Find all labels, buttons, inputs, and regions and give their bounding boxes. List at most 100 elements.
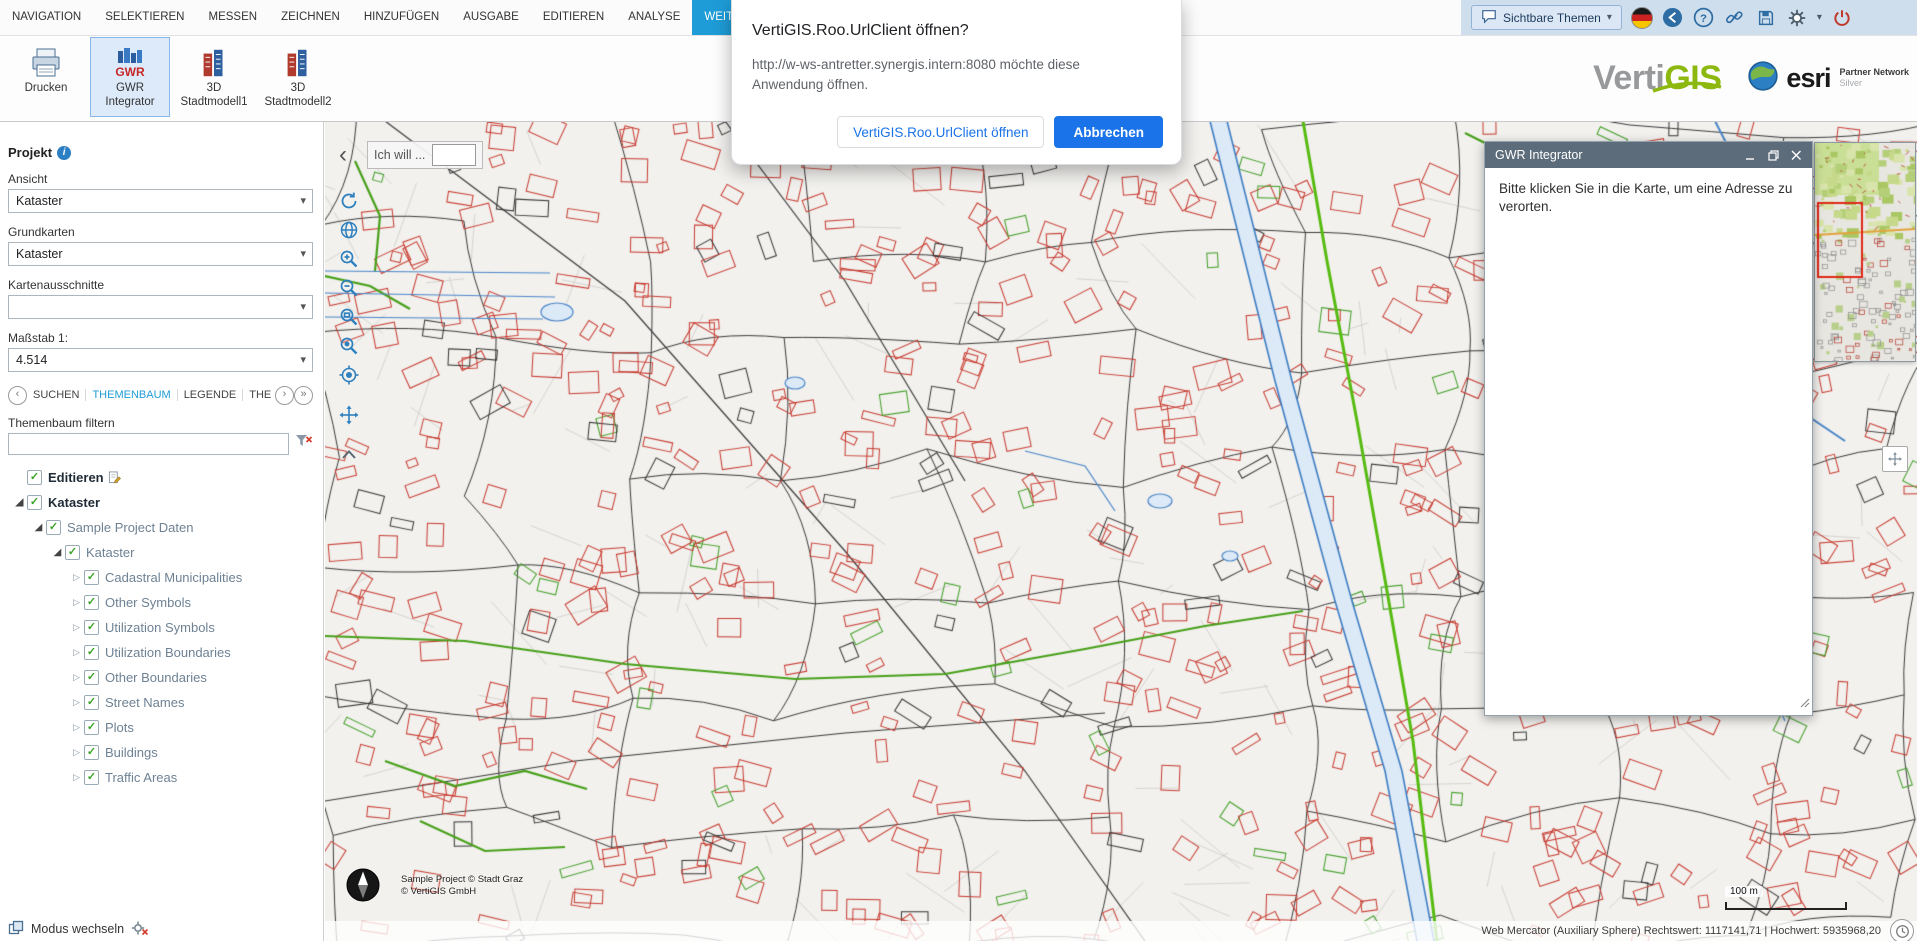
tab-scroll-right-button[interactable]: › xyxy=(275,386,294,405)
layer-checkbox[interactable]: ✓ xyxy=(84,695,99,710)
info-icon[interactable]: i xyxy=(57,146,71,160)
tab-scroll-left-button[interactable]: ‹ xyxy=(8,386,27,405)
tree-item-plots[interactable]: ▷✓Plots xyxy=(8,715,313,740)
3d-stadtmodell2-button[interactable]: 3D Stadtmodell2 xyxy=(258,37,338,117)
save-icon[interactable] xyxy=(1755,7,1777,29)
basemap-select[interactable]: Kataster ▾ xyxy=(8,242,313,266)
collapse-arrow-icon[interactable]: ◢ xyxy=(50,547,65,558)
expand-arrow-icon[interactable]: ▷ xyxy=(69,722,84,733)
close-icon[interactable] xyxy=(1788,147,1804,163)
menu-tab-hinzufügen[interactable]: HINZUFÜGEN xyxy=(352,0,451,35)
tree-item-kataster[interactable]: ◢✓Kataster xyxy=(8,540,313,565)
visible-themes-button[interactable]: Sichtbare Themen ▾ xyxy=(1471,5,1622,30)
expand-arrow-icon[interactable]: ▷ xyxy=(69,747,84,758)
menu-tab-editieren[interactable]: EDITIEREN xyxy=(531,0,616,35)
layer-checkbox[interactable]: ✓ xyxy=(84,745,99,760)
tree-item-traffic-areas[interactable]: ▷✓Traffic Areas xyxy=(8,765,313,790)
tree-item-kataster[interactable]: ◢✓Kataster xyxy=(8,490,313,515)
expand-arrow-icon[interactable]: ▷ xyxy=(69,672,84,683)
tree-item-cadastral-municipalities[interactable]: ▷✓Cadastral Municipalities xyxy=(8,565,313,590)
i-want-to-input[interactable] xyxy=(432,144,476,166)
view-select[interactable]: Kataster ▾ xyxy=(8,189,313,213)
expand-arrow-icon[interactable]: ▷ xyxy=(69,647,84,658)
collapse-sidebar-arrow[interactable]: ‹ xyxy=(339,143,347,167)
tree-item-other-symbols[interactable]: ▷✓Other Symbols xyxy=(8,590,313,615)
overview-map-canvas[interactable] xyxy=(1815,143,1915,361)
tab-legende[interactable]: LEGENDE xyxy=(178,389,244,401)
tab-overflow-button[interactable]: » xyxy=(294,386,313,405)
layer-checkbox[interactable]: ✓ xyxy=(84,570,99,585)
overview-map[interactable] xyxy=(1814,142,1916,362)
restore-button[interactable] xyxy=(1765,147,1781,163)
layer-checkbox[interactable]: ✓ xyxy=(65,545,80,560)
center-target-icon[interactable] xyxy=(337,363,361,387)
scale-select[interactable]: 4.514 ▾ xyxy=(8,348,313,372)
menu-tab-selektieren[interactable]: SELEKTIEREN xyxy=(93,0,196,35)
collapse-arrow-icon[interactable]: ◢ xyxy=(31,522,46,533)
expand-arrow-icon[interactable]: ▷ xyxy=(69,572,84,583)
print-button[interactable]: Drucken xyxy=(6,37,86,117)
settings-chevron-down-icon[interactable]: ▾ xyxy=(1817,12,1822,23)
tab-suchen[interactable]: SUCHEN xyxy=(27,389,86,401)
expand-arrow-icon[interactable]: ▷ xyxy=(69,622,84,633)
tree-item-buildings[interactable]: ▷✓Buildings xyxy=(8,740,313,765)
theme-filter-input[interactable] xyxy=(8,433,289,455)
zoom-previous-icon[interactable] xyxy=(337,334,361,358)
zoom-in-icon[interactable] xyxy=(337,247,361,271)
clear-filter-icon[interactable] xyxy=(295,434,313,455)
tree-item-sample-project-daten[interactable]: ◢✓Sample Project Daten xyxy=(8,515,313,540)
tab-themenbaum[interactable]: THEMENBAUM xyxy=(86,389,177,401)
zoom-window-icon[interactable] xyxy=(337,305,361,329)
menu-tab-analyse[interactable]: ANALYSE xyxy=(616,0,692,35)
layer-checkbox[interactable]: ✓ xyxy=(84,770,99,785)
layer-checkbox[interactable]: ✓ xyxy=(84,595,99,610)
panel-title-bar[interactable]: GWR Integrator xyxy=(1485,142,1812,168)
time-slider-clock-button[interactable] xyxy=(1890,919,1914,941)
tree-item-editieren[interactable]: ✓Editieren xyxy=(8,465,313,490)
layer-checkbox[interactable]: ✓ xyxy=(27,470,42,485)
cancel-button[interactable]: Abbrechen xyxy=(1054,116,1163,148)
layer-checkbox[interactable]: ✓ xyxy=(84,670,99,685)
tree-item-utilization-symbols[interactable]: ▷✓Utilization Symbols xyxy=(8,615,313,640)
collapse-arrow-icon[interactable]: ◢ xyxy=(12,497,27,508)
menu-tab-ausgabe[interactable]: AUSGABE xyxy=(451,0,531,35)
3d-stadtmodell1-button[interactable]: 3D Stadtmodell1 xyxy=(174,37,254,117)
settings-gear-icon[interactable] xyxy=(1786,7,1808,29)
globe-icon[interactable] xyxy=(337,218,361,242)
menu-tab-messen[interactable]: MESSEN xyxy=(196,0,269,35)
switch-mode-icon[interactable] xyxy=(8,920,24,939)
i-want-to-widget[interactable]: Ich will ... xyxy=(367,141,483,169)
expand-arrow-icon[interactable]: ▷ xyxy=(69,597,84,608)
tree-item-utilization-boundaries[interactable]: ▷✓Utilization Boundaries xyxy=(8,640,313,665)
tree-item-street-names[interactable]: ▷✓Street Names xyxy=(8,690,313,715)
back-icon[interactable] xyxy=(1662,7,1684,29)
layer-checkbox[interactable]: ✓ xyxy=(84,645,99,660)
map-extent-select[interactable]: ▾ xyxy=(8,295,313,319)
layer-checkbox[interactable]: ✓ xyxy=(46,520,61,535)
collapse-toolbar-chevron-icon[interactable] xyxy=(337,443,361,467)
layer-checkbox[interactable]: ✓ xyxy=(27,495,42,510)
compass-icon[interactable] xyxy=(345,867,381,908)
gwr-integrator-button[interactable]: GWR GWR Integrator xyxy=(90,37,170,117)
menu-tab-navigation[interactable]: NAVIGATION xyxy=(0,0,93,35)
zoom-out-icon[interactable] xyxy=(337,276,361,300)
tab-themen-truncated[interactable]: THE xyxy=(243,389,275,401)
pan-icon[interactable] xyxy=(337,403,361,427)
tree-item-other-boundaries[interactable]: ▷✓Other Boundaries xyxy=(8,665,313,690)
logout-power-icon[interactable] xyxy=(1831,7,1853,29)
rotate-reset-icon[interactable] xyxy=(337,189,361,213)
layer-checkbox[interactable]: ✓ xyxy=(84,720,99,735)
language-flag-de-icon[interactable] xyxy=(1631,7,1653,29)
link-icon[interactable] xyxy=(1724,7,1746,29)
menu-tab-zeichnen[interactable]: ZEICHNEN xyxy=(269,0,352,35)
help-icon[interactable]: ? xyxy=(1693,7,1715,29)
layer-checkbox[interactable]: ✓ xyxy=(84,620,99,635)
expand-arrow-icon[interactable]: ▷ xyxy=(69,772,84,783)
minimize-button[interactable] xyxy=(1742,147,1758,163)
resize-grip[interactable] xyxy=(1798,695,1810,713)
close-edit-mode-icon[interactable] xyxy=(131,920,149,939)
switch-mode-label[interactable]: Modus wechseln xyxy=(31,922,124,936)
open-app-button[interactable]: VertiGIS.Roo.UrlClient öffnen xyxy=(837,116,1044,148)
overview-pan-button[interactable] xyxy=(1882,446,1908,472)
expand-arrow-icon[interactable]: ▷ xyxy=(69,697,84,708)
